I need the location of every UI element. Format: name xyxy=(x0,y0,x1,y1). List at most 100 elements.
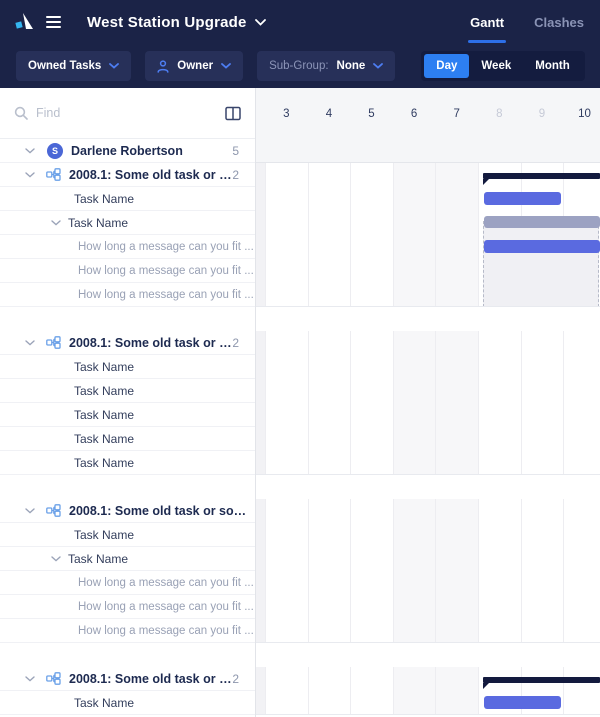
tab-gantt[interactable]: Gantt xyxy=(468,0,506,44)
day-label: 10 xyxy=(578,108,591,120)
grid-column xyxy=(350,163,393,306)
row-count: 2 xyxy=(232,672,239,686)
grid-column xyxy=(521,499,564,642)
gantt-section xyxy=(256,499,600,643)
tree-row-subtask[interactable]: How long a message can you fit ... xyxy=(0,283,255,307)
tree-row-subtask[interactable]: How long a message can you fit ... xyxy=(0,619,255,643)
grid-edge xyxy=(256,667,265,714)
section-gap xyxy=(256,643,600,667)
grid-column xyxy=(308,499,351,642)
gantt-section xyxy=(256,331,600,475)
day-label: 7 xyxy=(453,108,459,120)
day-label: 4 xyxy=(326,108,332,120)
tree-row-group[interactable]: 2008.1: Some old task or somethi...2 xyxy=(0,667,255,691)
task-list-panel: SDarlene Robertson52008.1: Some old task… xyxy=(0,88,256,717)
chevron-down-icon[interactable] xyxy=(25,508,35,514)
grid-column xyxy=(563,499,600,642)
grid-column xyxy=(478,331,521,474)
tree-row-person[interactable]: SDarlene Robertson5 xyxy=(0,139,255,163)
tab-clashes[interactable]: Clashes xyxy=(532,0,586,44)
tree-row-subtask[interactable]: How long a message can you fit ... xyxy=(0,571,255,595)
search-icon xyxy=(14,106,28,120)
grid-column xyxy=(393,499,436,642)
tree-row-task[interactable]: Task Name xyxy=(0,691,255,715)
tree-row-task[interactable]: Task Name xyxy=(0,403,255,427)
chevron-down-icon xyxy=(221,63,231,69)
chevron-down-icon[interactable] xyxy=(51,220,61,226)
chevron-down-icon[interactable] xyxy=(25,172,35,178)
chevron-down-icon[interactable] xyxy=(25,340,35,346)
hamburger-menu-icon[interactable] xyxy=(46,16,61,28)
tree-row-task[interactable]: Task Name xyxy=(0,451,255,475)
row-label: Task Name xyxy=(74,360,134,374)
row-count: 5 xyxy=(232,144,239,158)
chevron-down-icon[interactable] xyxy=(25,148,35,154)
gantt-bar-ghost[interactable] xyxy=(484,216,600,228)
gantt-bar-task[interactable] xyxy=(484,240,600,253)
segment-day[interactable]: Day xyxy=(424,54,469,78)
tree-row-task[interactable]: Task Name xyxy=(0,427,255,451)
tree-row-task[interactable]: Task Name xyxy=(0,523,255,547)
grid-column xyxy=(308,163,351,306)
chevron-down-icon[interactable] xyxy=(51,556,61,562)
tree-row-subtask[interactable]: How long a message can you fit ... xyxy=(0,235,255,259)
columns-icon[interactable] xyxy=(225,106,241,121)
row-label: Task Name xyxy=(74,528,134,542)
task-tree: SDarlene Robertson52008.1: Some old task… xyxy=(0,139,255,715)
row-label: How long a message can you fit ... xyxy=(78,289,254,301)
tree-row-task[interactable]: Task Name xyxy=(0,355,255,379)
row-label: How long a message can you fit ... xyxy=(78,265,254,277)
row-label: Task Name xyxy=(74,384,134,398)
tree-row-task[interactable]: Task Name xyxy=(0,211,255,235)
owned-tasks-filter-button[interactable]: Owned Tasks xyxy=(16,51,131,81)
row-label: Darlene Robertson xyxy=(71,144,183,158)
grid-column xyxy=(393,163,436,306)
section-gap xyxy=(256,307,600,331)
day-label: 6 xyxy=(411,108,417,120)
segment-week[interactable]: Week xyxy=(469,54,523,78)
search-input[interactable] xyxy=(36,106,217,120)
gantt-bar-summary[interactable] xyxy=(483,173,600,179)
view-tabs: Gantt Clashes xyxy=(468,0,586,44)
chevron-down-icon xyxy=(255,19,266,26)
day-label: 9 xyxy=(539,108,545,120)
grid-column xyxy=(393,667,436,714)
subgroup-filter-button[interactable]: Sub-Group: None xyxy=(257,51,395,81)
gantt-bar-task[interactable] xyxy=(484,192,561,205)
grid-column xyxy=(521,331,564,474)
tree-row-task[interactable]: Task Name xyxy=(0,547,255,571)
section-gap xyxy=(256,475,600,499)
tree-gap xyxy=(0,475,255,499)
row-label: How long a message can you fit ... xyxy=(78,577,254,589)
tree-row-subtask[interactable]: How long a message can you fit ... xyxy=(0,595,255,619)
chevron-down-icon xyxy=(109,63,119,69)
chevron-down-icon[interactable] xyxy=(25,676,35,682)
segment-month[interactable]: Month xyxy=(523,54,581,78)
gantt-area: 345678910 xyxy=(256,88,600,717)
tree-row-group[interactable]: 2008.1: Some old task or somethi... xyxy=(0,499,255,523)
tree-row-subtask[interactable]: How long a message can you fit ... xyxy=(0,259,255,283)
sitemap-icon xyxy=(46,504,61,517)
row-label: 2008.1: Some old task or somethi... xyxy=(69,672,232,686)
grid-column xyxy=(563,667,600,714)
grid-column xyxy=(350,667,393,714)
sitemap-icon xyxy=(46,336,61,349)
gantt-bar-summary[interactable] xyxy=(483,677,600,683)
project-title: West Station Upgrade xyxy=(87,14,247,31)
tree-row-group[interactable]: 2008.1: Some old task or somethi...2 xyxy=(0,163,255,187)
row-label: How long a message can you fit ... xyxy=(78,625,254,637)
gantt-bar-task[interactable] xyxy=(484,696,561,709)
owned-tasks-label: Owned Tasks xyxy=(28,60,101,72)
tree-row-group[interactable]: 2008.1: Some old task or somethi...2 xyxy=(0,331,255,355)
gantt-timeline-header: 345678910 xyxy=(256,88,600,163)
tree-row-task[interactable]: Task Name xyxy=(0,187,255,211)
gantt-section xyxy=(256,163,600,307)
project-title-dropdown[interactable]: West Station Upgrade xyxy=(87,14,266,31)
search-row xyxy=(0,88,255,139)
row-label: Task Name xyxy=(68,552,128,566)
app-logo-icon[interactable] xyxy=(14,12,36,32)
tree-row-task[interactable]: Task Name xyxy=(0,379,255,403)
grid-column xyxy=(435,499,478,642)
owner-filter-button[interactable]: Owner xyxy=(145,51,243,81)
grid-column xyxy=(265,499,308,642)
